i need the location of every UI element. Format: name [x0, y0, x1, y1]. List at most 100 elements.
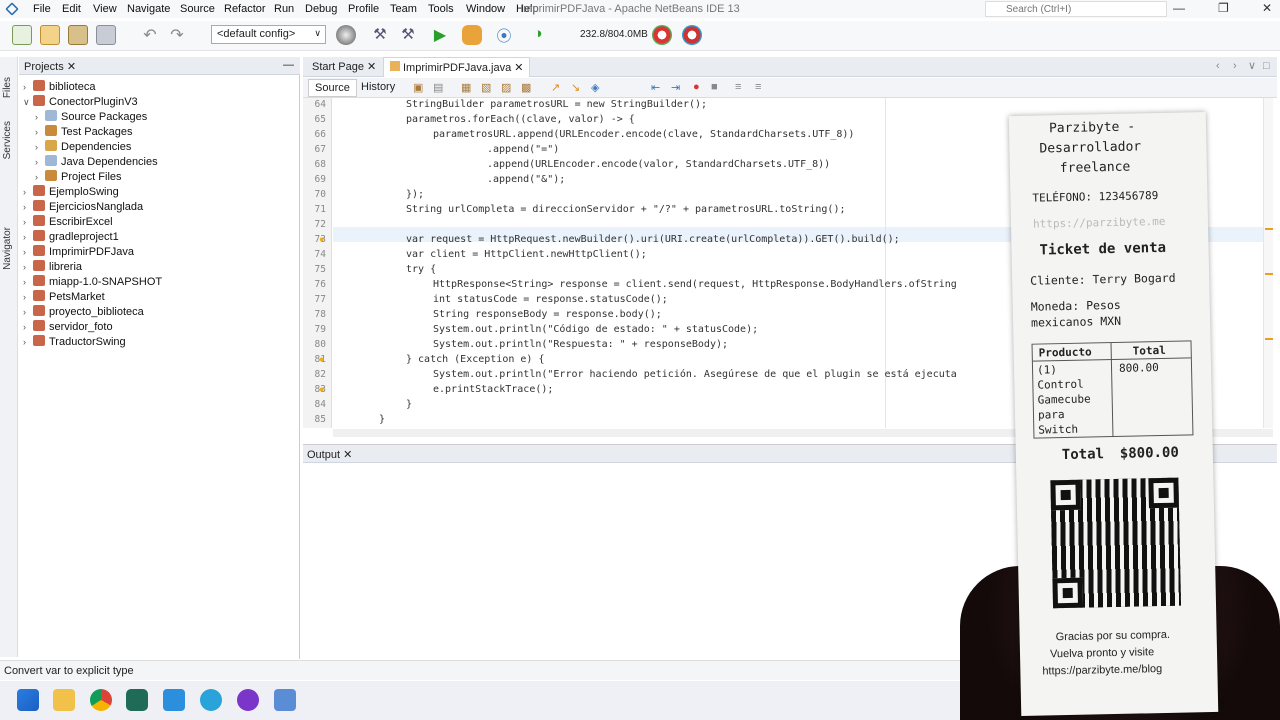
code-line[interactable]: }); — [406, 189, 424, 200]
code-line[interactable]: .append("=") — [487, 144, 559, 155]
code-line[interactable]: parametros.forEach((clave, valor) -> { — [406, 114, 635, 125]
find-next-icon[interactable]: ▨ — [501, 81, 511, 94]
gc-icon[interactable] — [652, 25, 672, 45]
services-tab[interactable]: Services — [2, 121, 13, 159]
save-all-icon[interactable] — [96, 25, 116, 45]
code-line[interactable]: try { — [406, 264, 436, 275]
open-project-icon[interactable] — [68, 25, 88, 45]
minimize-icon[interactable]: — — [1173, 1, 1185, 15]
menu-view[interactable]: View — [93, 3, 117, 15]
code-line[interactable]: StringBuilder parametrosURL = new String… — [406, 99, 707, 110]
hint-bulb-icon[interactable]: ● — [319, 234, 324, 244]
code-line[interactable]: } catch (Exception e) { — [406, 354, 544, 365]
tab-scroll-right-icon[interactable]: › — [1233, 60, 1237, 72]
hint-bulb-icon[interactable]: ● — [319, 384, 324, 394]
menu-navigate[interactable]: Navigate — [127, 3, 170, 15]
chevron-right-icon[interactable]: › — [23, 307, 33, 317]
tree-item[interactable]: › PetsMarket — [23, 290, 105, 303]
chevron-right-icon[interactable]: › — [35, 157, 45, 167]
chrome-icon[interactable] — [90, 689, 112, 711]
chevron-right-icon[interactable]: › — [23, 337, 33, 347]
chevron-right-icon[interactable]: › — [35, 172, 45, 182]
debug-icon[interactable] — [462, 25, 482, 45]
globe-icon[interactable] — [336, 25, 356, 45]
close-icon[interactable]: ✕ — [67, 61, 76, 73]
hint-bulb-icon[interactable]: ● — [319, 354, 324, 364]
stop-macro-icon[interactable]: ■ — [711, 81, 718, 93]
files-tab[interactable]: Files — [2, 77, 13, 98]
tree-item[interactable]: › Test Packages — [35, 125, 133, 138]
chevron-right-icon[interactable]: › — [35, 127, 45, 137]
find-prev-icon[interactable]: ▧ — [481, 81, 491, 94]
telegram-icon[interactable] — [200, 689, 222, 711]
tree-item[interactable]: › proyecto_biblioteca — [23, 305, 144, 318]
run-icon[interactable]: ▶ — [430, 25, 450, 45]
build-hammer-icon[interactable]: ⚒ — [370, 25, 390, 45]
code-line[interactable]: var client = HttpClient.newHttpClient(); — [406, 249, 647, 260]
github-desktop-icon[interactable] — [237, 689, 259, 711]
tree-item[interactable]: › Java Dependencies — [35, 155, 158, 168]
code-line[interactable]: HttpResponse<String> response = client.s… — [433, 279, 957, 290]
code-line[interactable]: .append(URLEncoder.encode(valor, Standar… — [487, 159, 830, 170]
code-line[interactable]: parametrosURL.append(URLEncoder.encode(c… — [433, 129, 854, 140]
tree-item[interactable]: › Source Packages — [35, 110, 147, 123]
tree-item[interactable]: › miapp-1.0-SNAPSHOT — [23, 275, 162, 288]
tab-projects[interactable]: Projects ✕ — [24, 60, 76, 73]
chevron-right-icon[interactable]: › — [23, 292, 33, 302]
close-icon[interactable]: ✕ — [1262, 1, 1272, 15]
tree-item[interactable]: › TraductorSwing — [23, 335, 126, 348]
undo-icon[interactable]: ↶ — [140, 25, 160, 45]
chevron-right-icon[interactable]: › — [23, 202, 33, 212]
tree-item[interactable]: › Project Files — [35, 170, 122, 183]
tree-item[interactable]: › EscribirExcel — [23, 215, 113, 228]
menu-run[interactable]: Run — [274, 3, 294, 15]
code-line[interactable]: int statusCode = response.statusCode(); — [433, 294, 668, 305]
record-macro-icon[interactable]: ● — [693, 81, 700, 93]
tab-imprimirpdfjava[interactable]: ImprimirPDFJava.java ✕ — [383, 57, 531, 77]
code-line[interactable]: } — [379, 414, 385, 425]
tree-item[interactable]: › gradleproject1 — [23, 230, 119, 243]
code-line[interactable]: System.out.println("Error haciendo petic… — [433, 369, 957, 380]
netbeans-taskbar-icon[interactable] — [274, 689, 296, 711]
config-select[interactable]: <default config> ∨ — [211, 25, 326, 44]
new-file-icon[interactable] — [12, 25, 32, 45]
tab-scroll-left-icon[interactable]: ‹ — [1216, 60, 1220, 72]
apply-changes-icon[interactable]: ◑ — [528, 25, 548, 45]
windows-start-icon[interactable] — [17, 689, 39, 711]
tree-item[interactable]: › Dependencies — [35, 140, 131, 153]
memory-usage[interactable]: 232.8/804.0MB — [580, 29, 648, 40]
chevron-right-icon[interactable]: › — [23, 247, 33, 257]
chevron-right-icon[interactable]: › — [23, 82, 33, 92]
navigator-tab[interactable]: Navigator — [2, 227, 13, 270]
tab-list-icon[interactable]: ∨ — [1248, 59, 1256, 72]
tab-source[interactable]: Source — [308, 79, 357, 97]
minimize-panel-icon[interactable]: — — [283, 59, 294, 71]
chevron-right-icon[interactable]: › — [23, 322, 33, 332]
next-bookmark-icon[interactable]: ↘ — [571, 81, 580, 94]
chevron-down-icon[interactable]: ∨ — [23, 97, 33, 108]
menu-refactor[interactable]: Refactor — [224, 3, 266, 15]
code-line[interactable]: System.out.println("Código de estado: " … — [433, 324, 758, 335]
close-icon[interactable]: ✕ — [514, 62, 523, 74]
menu-edit[interactable]: Edit — [62, 3, 81, 15]
chevron-right-icon[interactable]: › — [23, 187, 33, 197]
last-edit-icon[interactable]: ▣ — [413, 81, 423, 94]
chevron-right-icon[interactable]: › — [23, 277, 33, 287]
file-explorer-icon[interactable] — [53, 689, 75, 711]
maximize-icon[interactable]: ❐ — [1218, 1, 1229, 15]
chevron-right-icon[interactable]: › — [35, 142, 45, 152]
redo-icon[interactable]: ↷ — [167, 25, 187, 45]
code-line[interactable]: var request = HttpRequest.newBuilder().u… — [406, 234, 900, 245]
find-icon[interactable]: ▦ — [461, 81, 471, 94]
clean-build-icon[interactable]: ⚒ — [398, 25, 418, 45]
shift-left-icon[interactable]: ⇤ — [651, 81, 660, 94]
code-line[interactable]: String urlCompleta = direccionServidor +… — [406, 204, 846, 215]
code-line[interactable]: } — [406, 399, 412, 410]
code-line[interactable]: .append("&"); — [487, 174, 565, 185]
tree-item[interactable]: › ImprimirPDFJava — [23, 245, 134, 258]
vscode-icon[interactable] — [163, 689, 185, 711]
restore-window-icon[interactable]: □ — [1263, 60, 1270, 72]
tree-item[interactable]: › EjerciciosNanglada — [23, 200, 143, 213]
chevron-right-icon[interactable]: › — [23, 262, 33, 272]
back-icon[interactable]: ▤ — [433, 81, 443, 94]
